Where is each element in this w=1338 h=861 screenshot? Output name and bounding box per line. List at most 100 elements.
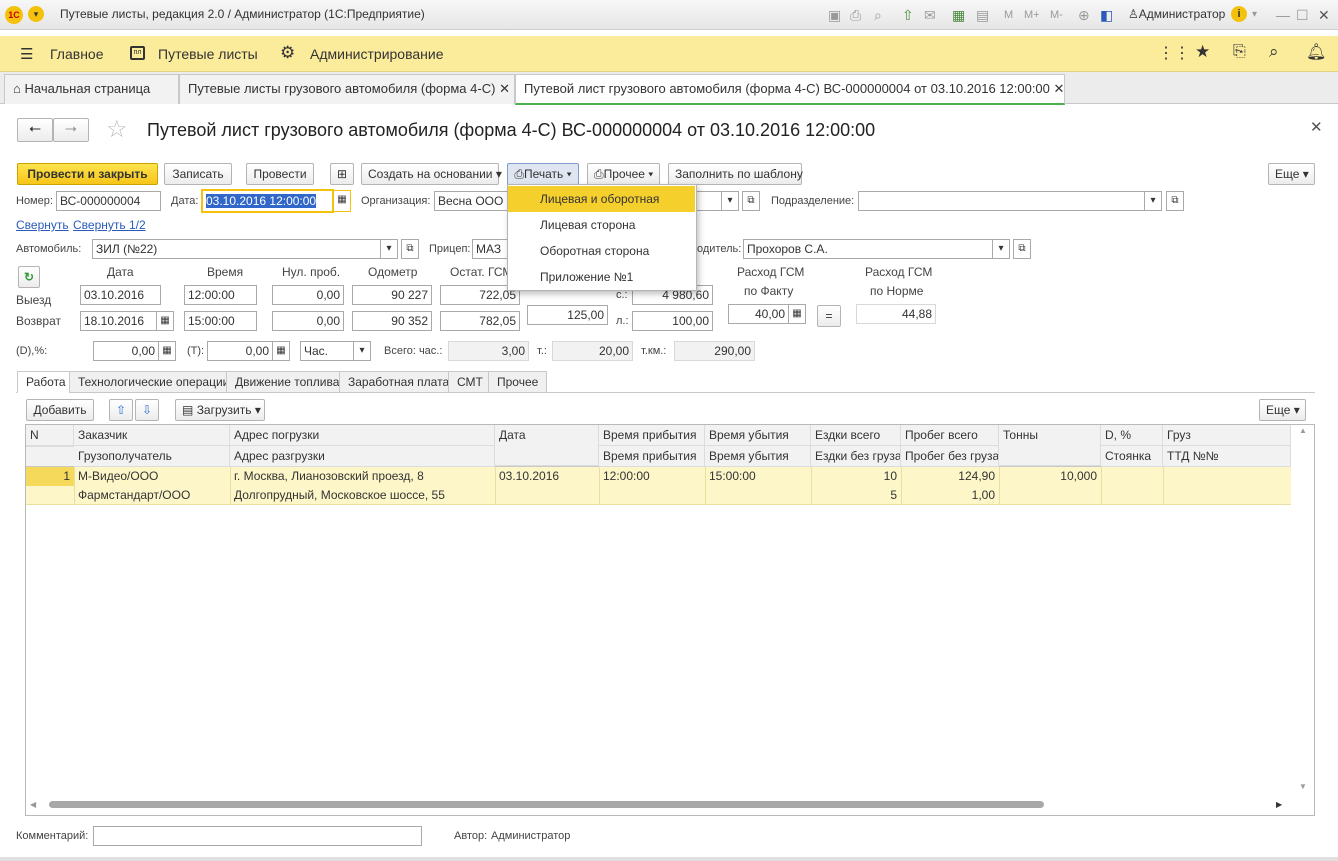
memory-m-icon[interactable]: M (1004, 0, 1013, 30)
create-based-on-button[interactable]: Создать на основании ▾ (361, 163, 502, 185)
fill-by-template-button[interactable]: Заполнить по шаблону (668, 163, 803, 185)
minimize-icon[interactable]: — (1276, 0, 1290, 30)
tab-fuel-movement[interactable]: Движение топлива (226, 371, 349, 393)
open-icon[interactable]: ⧉ (401, 239, 419, 259)
departure-date-field[interactable]: 03.10.2016 (80, 285, 161, 305)
car-field[interactable]: ЗИЛ (№22) (92, 239, 381, 259)
memory-mplus-icon[interactable]: M+ (1024, 0, 1040, 30)
empty-trips-cell[interactable]: 5 (811, 486, 901, 505)
panels-icon[interactable]: ◧ (1100, 0, 1113, 30)
consignee-cell[interactable]: Фармстандарт/ООО (74, 486, 230, 505)
preview-icon[interactable]: ⌕ (874, 0, 882, 30)
calendar-icon[interactable]: ▤ (976, 0, 989, 30)
departure-time-field[interactable]: 12:00:00 (184, 285, 257, 305)
col-arrival-header[interactable]: Время прибытия (599, 425, 705, 446)
unit-select[interactable]: Час. (300, 341, 354, 361)
d-percent-field[interactable]: 0,00 (93, 341, 159, 361)
print-menu-front[interactable]: Лицевая сторона (508, 212, 695, 238)
chevron-down-icon[interactable]: ▾ (1252, 0, 1257, 30)
main-menu-icon[interactable]: ▾ (28, 6, 44, 22)
tab-smt[interactable]: СМТ (448, 371, 492, 393)
horizontal-scroll-thumb[interactable] (49, 801, 1044, 808)
chevron-down-icon[interactable]: ▾ (992, 239, 1010, 259)
customer-cell[interactable]: М-Видео/ООО (74, 467, 230, 486)
col-consignee-header[interactable]: Грузополучатель (74, 446, 230, 467)
zoom-icon[interactable]: ⊕ (1078, 0, 1090, 30)
l-field[interactable]: 100,00 (632, 311, 713, 331)
menu-item-main[interactable]: Главное (50, 46, 104, 62)
maximize-icon[interactable]: ☐ (1296, 0, 1309, 30)
driver-field[interactable]: Прохоров С.А. (743, 239, 993, 259)
close-icon[interactable]: ✕ (499, 81, 510, 96)
col-arrival-header-2[interactable]: Время прибытия (599, 446, 705, 467)
chevron-down-icon[interactable]: ▾ (353, 341, 371, 361)
user-name[interactable]: ♙Администратор (1128, 7, 1225, 21)
unload-address-cell[interactable]: Долгопрудный, Московское шоссе, 55 (230, 486, 495, 505)
return-date-field[interactable]: 18.10.2016 (80, 311, 157, 331)
move-down-icon[interactable]: ⇩ (135, 399, 159, 421)
return-fuel-field[interactable]: 782,05 (440, 311, 520, 331)
collapse-link[interactable]: Свернуть (16, 218, 69, 232)
forward-button[interactable]: ⭢ (53, 118, 89, 142)
col-trips-header[interactable]: Ездки всего (811, 425, 901, 446)
tab-other[interactable]: Прочее (488, 371, 548, 393)
equals-button[interactable]: = (817, 305, 841, 327)
printer-icon[interactable]: ⎙ (850, 0, 861, 30)
departure-zero-run-field[interactable]: 0,00 (272, 285, 344, 305)
collapse-half-link[interactable]: Свернуть 1/2 (73, 218, 146, 232)
date-cell[interactable]: 03.10.2016 (495, 467, 599, 486)
memory-mminus-icon[interactable]: M- (1050, 0, 1063, 30)
col-empty-trips-header[interactable]: Ездки без груза (811, 446, 901, 467)
calculator-icon[interactable]: ▦ (952, 0, 965, 30)
close-form-icon[interactable]: ✕ (1310, 118, 1323, 136)
mail-icon[interactable]: ✉ (924, 0, 936, 30)
fuel-issued-field[interactable]: 125,00 (527, 305, 608, 325)
calculator-icon[interactable]: ▦ (158, 341, 176, 361)
tons-cell[interactable]: 10,000 (999, 467, 1101, 486)
history-icon[interactable]: ⎘ (1233, 43, 1246, 61)
more-button[interactable]: Еще ▾ (1268, 163, 1315, 185)
tab-tech-operations[interactable]: Технологические операции (69, 371, 239, 393)
other-button[interactable]: ⎙Прочее ▾ (587, 163, 660, 185)
scroll-up-icon[interactable]: ▲ (1294, 426, 1312, 435)
hamburger-icon[interactable]: ☰ (20, 45, 33, 63)
col-parking-header[interactable]: Стоянка (1101, 446, 1163, 467)
col-load-address-header[interactable]: Адрес погрузки (230, 425, 495, 446)
back-button[interactable]: ⭠ (17, 118, 53, 142)
chevron-down-icon[interactable]: ▾ (1144, 191, 1162, 211)
calculator-icon[interactable]: ▦ (272, 341, 290, 361)
tab-work[interactable]: Работа (17, 371, 75, 393)
number-field[interactable]: ВС-000000004 (56, 191, 161, 211)
mileage-cell[interactable]: 124,90 (901, 467, 999, 486)
return-time-field[interactable]: 15:00:00 (184, 311, 257, 331)
tab-waybill-document[interactable]: Путевой лист грузового автомобиля (форма… (515, 74, 1065, 105)
trailer-field[interactable]: МАЗ (472, 239, 512, 259)
col-tons-header[interactable]: Тонны (999, 425, 1101, 466)
add-row-button[interactable]: Добавить (26, 399, 94, 421)
structure-icon[interactable]: ⊞ (330, 163, 354, 185)
col-unload-address-header[interactable]: Адрес разгрузки (230, 446, 495, 467)
col-d-percent-header[interactable]: D, % (1101, 425, 1163, 446)
bell-icon[interactable]: 🔔︎ (1306, 42, 1326, 62)
print-menu-back[interactable]: Оборотная сторона (508, 238, 695, 264)
tab-waybills-list[interactable]: Путевые листы грузового автомобиля (форм… (179, 74, 515, 104)
scroll-down-icon[interactable]: ▼ (1294, 782, 1312, 791)
fuel-fact-field[interactable]: 40,00 (728, 304, 789, 324)
chevron-down-icon[interactable]: ▾ (721, 191, 739, 211)
post-and-close-button[interactable]: Провести и закрыть (17, 163, 158, 185)
chevron-down-icon[interactable]: ▾ (380, 239, 398, 259)
print-button[interactable]: ⎙Печать ▾ (507, 163, 579, 185)
move-up-icon[interactable]: ⇧ (109, 399, 133, 421)
close-icon[interactable]: ✕ (1054, 81, 1065, 96)
calculator-icon[interactable]: ▦ (788, 304, 806, 324)
open-icon[interactable]: ⧉ (1013, 239, 1031, 259)
trips-cell[interactable]: 10 (811, 467, 901, 486)
tab-home[interactable]: ⌂ Начальная страница (4, 74, 179, 104)
close-window-icon[interactable]: ✕ (1318, 0, 1330, 30)
info-icon[interactable]: i (1231, 6, 1247, 22)
save-file-icon[interactable]: ▣ (828, 0, 841, 30)
table-more-button[interactable]: Еще ▾ (1259, 399, 1306, 421)
col-departure-header-2[interactable]: Время убытия (705, 446, 811, 467)
refresh-icon[interactable]: ↻ (18, 266, 40, 288)
print-menu-front-and-back[interactable]: Лицевая и оборотная (508, 186, 695, 212)
